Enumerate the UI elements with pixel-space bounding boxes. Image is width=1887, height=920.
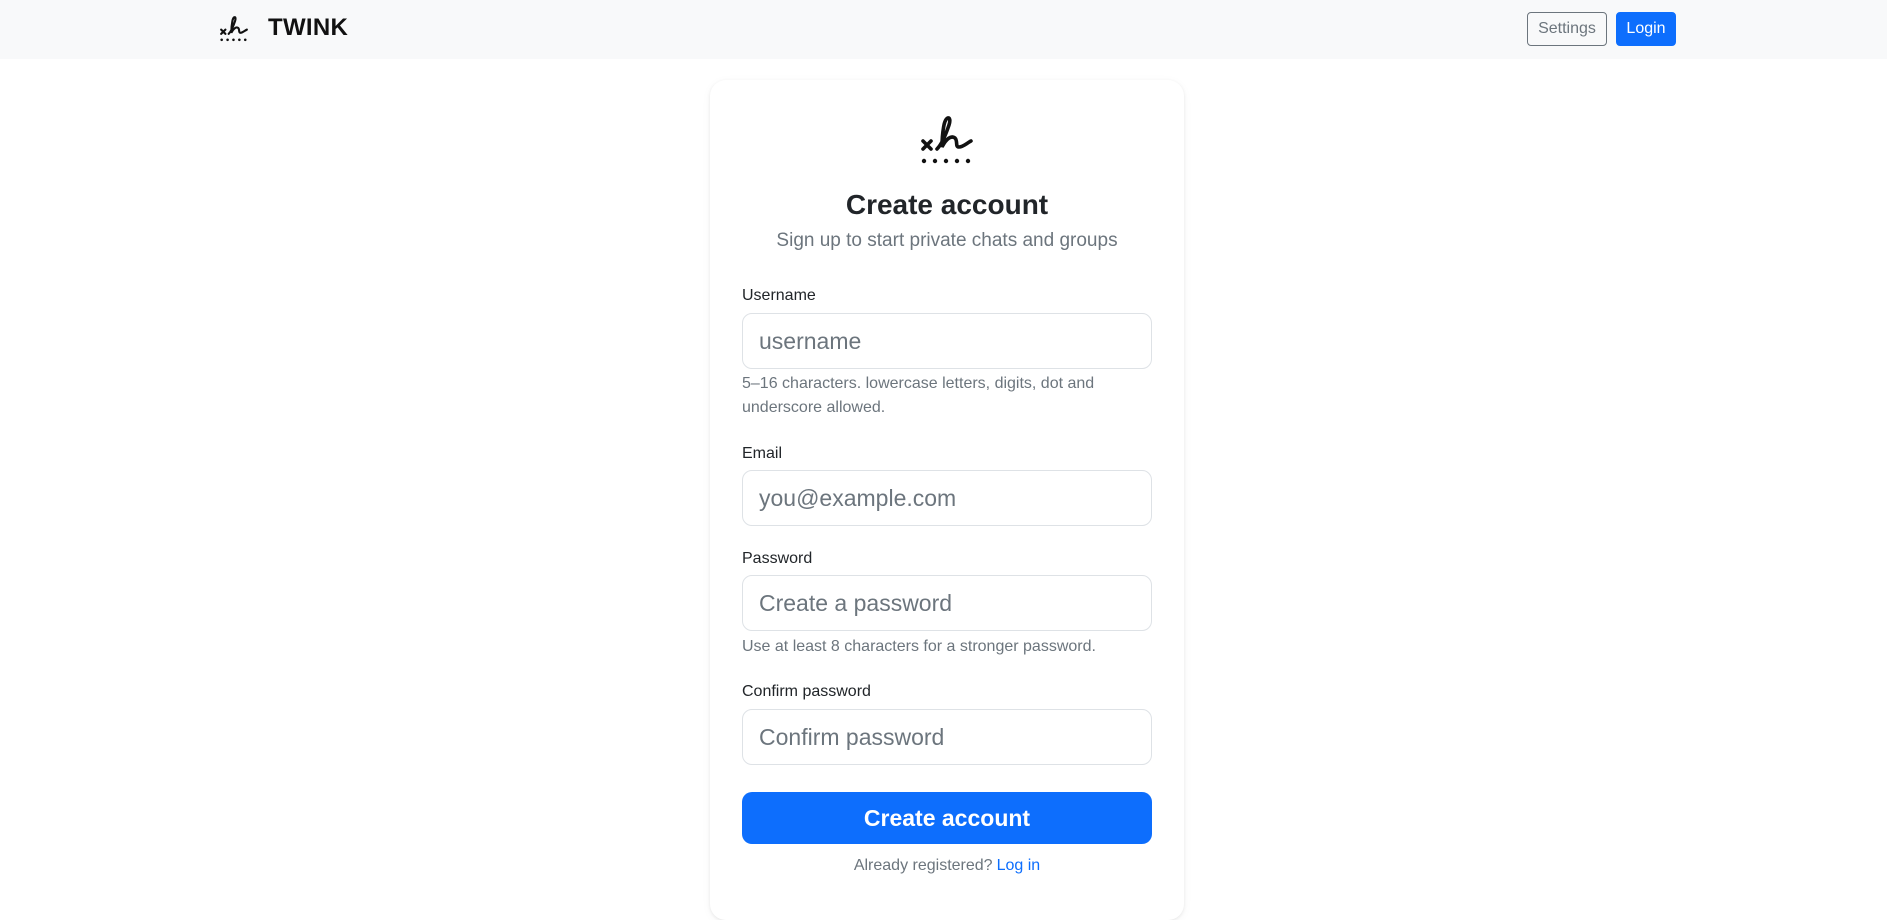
brand[interactable]: TWINK [219, 13, 348, 43]
login-button[interactable]: Login [1616, 12, 1676, 46]
signature-icon [921, 116, 973, 164]
confirm-password-input[interactable] [742, 709, 1152, 765]
page-subtitle: Sign up to start private chats and group… [776, 230, 1118, 251]
create-account-button[interactable]: Create account [742, 792, 1152, 844]
email-input[interactable] [742, 470, 1152, 526]
username-label: Username [742, 287, 816, 304]
password-label: Password [742, 550, 813, 567]
username-help: 5–16 characters. lowercase letters, digi… [742, 375, 1095, 416]
page-title: Create account [845, 189, 1049, 220]
email-label: Email [742, 445, 783, 462]
signup-card: Create account Sign up to start private … [710, 80, 1184, 920]
password-input[interactable] [742, 575, 1152, 631]
settings-button[interactable]: Settings [1527, 12, 1607, 46]
password-help: Use at least 8 characters for a stronger… [742, 638, 1096, 655]
username-input[interactable] [742, 313, 1152, 369]
top-navbar: TWINK Settings Login [0, 0, 1887, 59]
login-link[interactable]: Log in [997, 857, 1041, 874]
confirm-password-label: Confirm password [742, 683, 871, 700]
signature-icon [220, 16, 248, 42]
login-prompt: Already registered? Log in [710, 856, 1184, 876]
brand-name: TWINK [268, 14, 349, 41]
login-prompt-text: Already registered? [853, 857, 993, 874]
